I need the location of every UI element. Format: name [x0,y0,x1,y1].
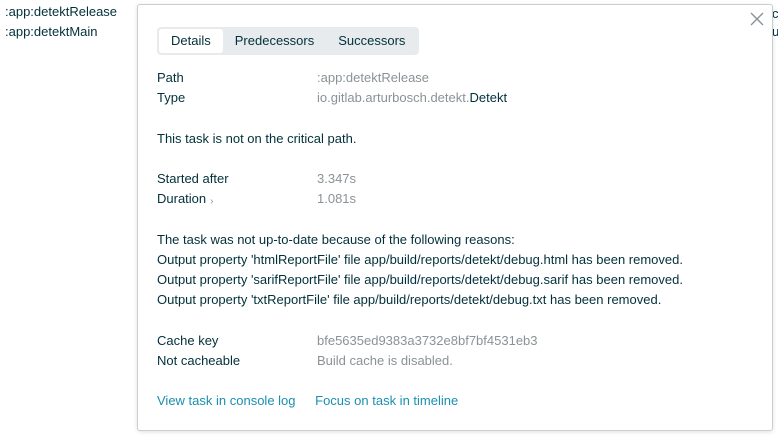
background-task-row[interactable]: :app:detektRelease [5,4,117,19]
tab-details[interactable]: Details [159,29,223,53]
reasons-heading: The task was not up-to-date because of t… [157,232,515,247]
type-class: Detekt [469,90,508,105]
duration-value: 1.081s [317,191,357,206]
not-cacheable-label: Not cacheable [157,353,241,368]
path-value: :app:detektRelease [317,70,430,85]
type-row: Type io.gitlab.arturbosch.detekt.Detekt [157,88,757,108]
started-after-label: Started after [157,171,229,186]
type-value: io.gitlab.arturbosch.detekt.Detekt [317,88,507,108]
cache-key-row: Cache key bfe5635ed9383a3732e8bf7bf4531e… [157,331,757,351]
tab-successors[interactable]: Successors [326,29,417,53]
tab-bar: Details Predecessors Successors [157,27,420,55]
action-links: View task in console log Focus on task i… [157,391,474,411]
close-icon[interactable] [749,11,765,27]
task-details-popup: Details Predecessors Successors Path :ap… [137,4,773,431]
tab-predecessors[interactable]: Predecessors [223,29,326,53]
critical-path-note: This task is not on the critical path. [157,131,357,146]
reason-item: Output property 'txtReportFile' file app… [157,292,662,307]
not-cacheable-value: Build cache is disabled. [317,353,453,368]
duration-row: Duration › 1.081s [157,189,757,209]
not-cacheable-row: Not cacheable Build cache is disabled. [157,351,757,371]
cache-key-value: bfe5635ed9383a3732e8bf7bf4531eb3 [317,333,538,348]
reason-item: Output property 'htmlReportFile' file ap… [157,252,683,267]
background-task-row[interactable]: :app:detektMain [5,24,98,39]
reason-item: Output property 'sarifReportFile' file a… [157,272,683,287]
started-after-value: 3.347s [317,171,357,186]
view-in-console-log-link[interactable]: View task in console log [157,393,296,408]
type-package: io.gitlab.arturbosch.detekt. [317,90,470,105]
path-label: Path [157,70,184,85]
chevron-right-icon[interactable]: › [210,196,213,207]
focus-in-timeline-link[interactable]: Focus on task in timeline [315,393,458,408]
cache-key-label: Cache key [157,333,219,348]
duration-label[interactable]: Duration › [157,189,213,211]
type-label: Type [157,90,186,105]
started-after-row: Started after 3.347s [157,169,757,189]
path-row: Path :app:detektRelease [157,68,757,88]
